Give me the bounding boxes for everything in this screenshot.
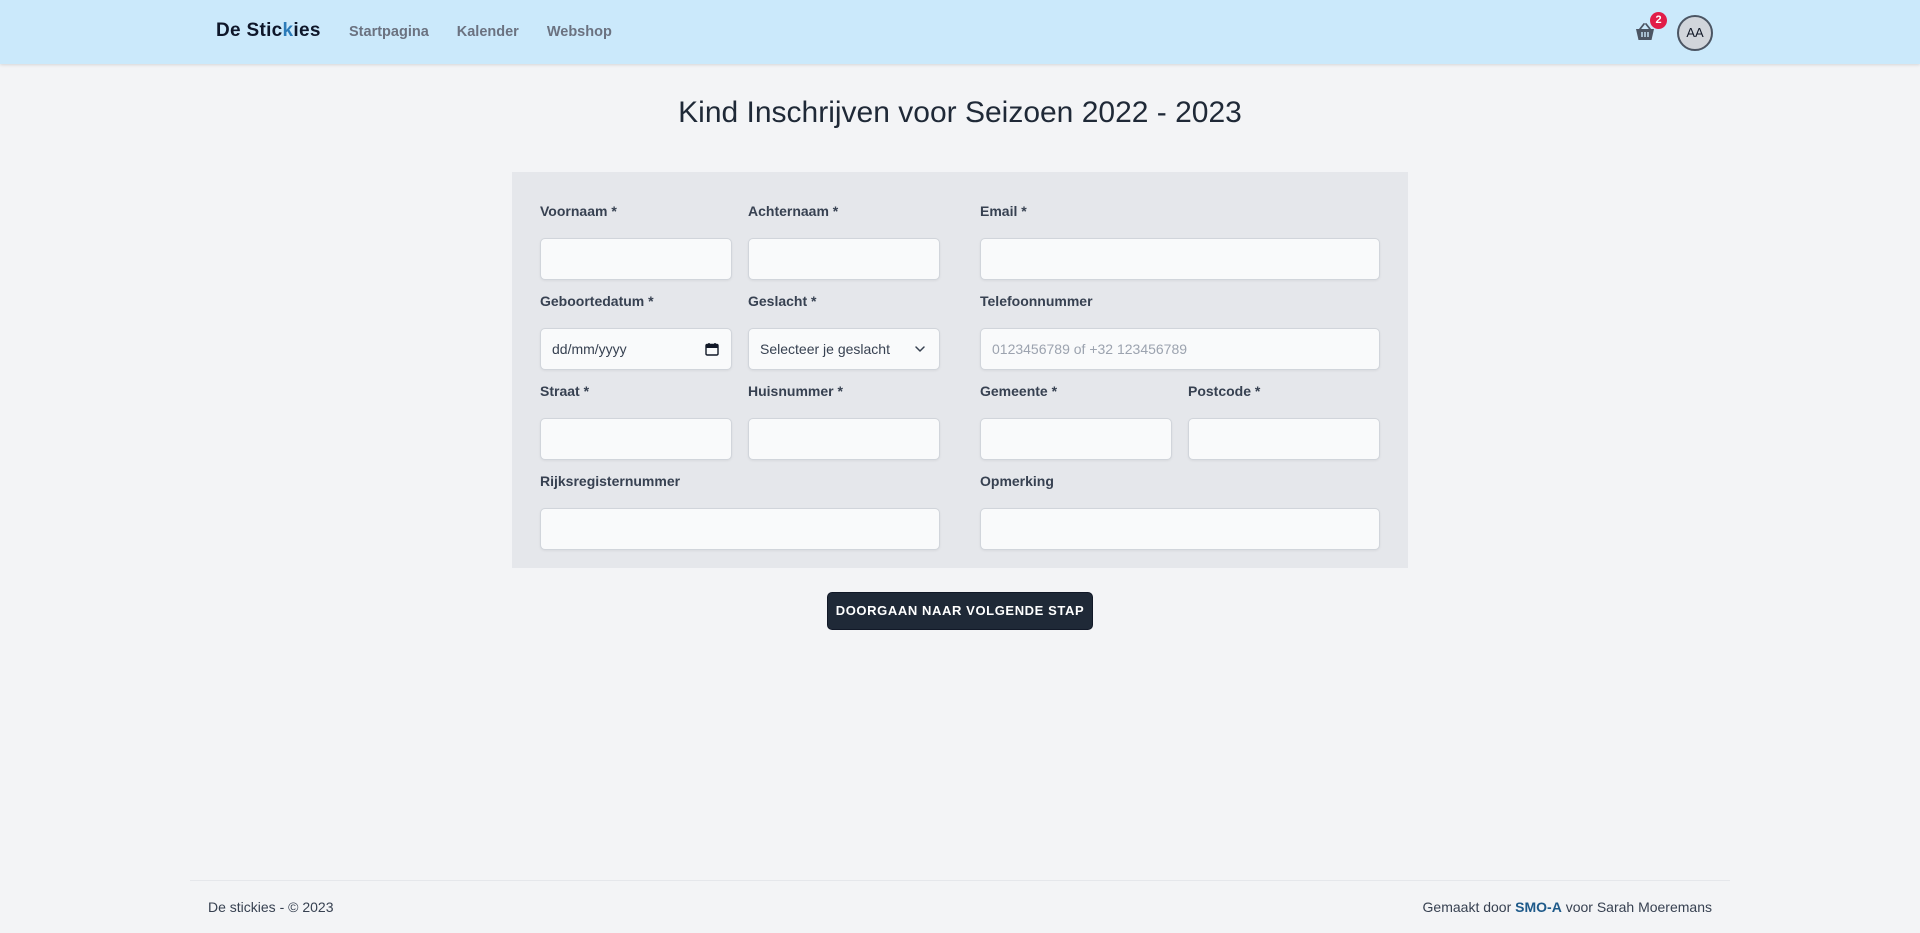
geslacht-select[interactable]: Selecteer je geslacht — [748, 328, 940, 370]
geboortedatum-value: dd/mm/yyyy — [552, 341, 627, 357]
rijksregisternummer-field-group: Rijksregisternummer — [540, 472, 940, 552]
nav-link-startpagina[interactable]: Startpagina — [349, 24, 429, 40]
rijksregisternummer-input[interactable] — [540, 508, 940, 550]
straat-label: Straat * — [540, 383, 590, 399]
postcode-label: Postcode * — [1188, 383, 1261, 399]
opmerking-field-group: Opmerking — [980, 472, 1380, 552]
calendar-icon[interactable] — [705, 342, 719, 356]
opmerking-input[interactable] — [980, 508, 1380, 550]
gemeente-input[interactable] — [980, 418, 1172, 460]
user-avatar[interactable]: AA — [1677, 15, 1713, 51]
footer-credits-prefix: Gemaakt door — [1422, 899, 1516, 915]
page-title: Kind Inschrijven voor Seizoen 2022 - 202… — [678, 96, 1242, 129]
rijksregisternummer-label: Rijksregisternummer — [540, 473, 681, 489]
voornaam-input[interactable] — [540, 238, 732, 280]
geslacht-selected-value: Selecteer je geslacht — [760, 341, 890, 357]
email-input[interactable] — [980, 238, 1380, 280]
telefoon-field-group: Telefoonnummer 0123456789 of +32 1234567… — [980, 292, 1380, 372]
huisnummer-label: Huisnummer * — [748, 383, 843, 399]
voornaam-field-group: Voornaam * — [540, 202, 732, 282]
logo-text-part2: ies — [293, 20, 321, 41]
voornaam-label: Voornaam * — [540, 203, 617, 219]
telefoon-input[interactable]: 0123456789 of +32 123456789 — [980, 328, 1380, 370]
footer-credits-suffix: voor Sarah Moeremans — [1561, 899, 1712, 915]
geslacht-label: Geslacht * — [748, 293, 817, 309]
geboortedatum-label: Geboortedatum * — [540, 293, 654, 309]
logo-text-accent: k — [282, 20, 294, 41]
next-step-button[interactable]: DOORGAAN NAAR VOLGENDE STAP — [827, 592, 1093, 630]
huisnummer-field-group: Huisnummer * — [748, 382, 940, 462]
site-logo[interactable]: De Stickies — [216, 20, 321, 42]
gemeente-field-group: Gemeente * — [980, 382, 1172, 462]
registration-form: Voornaam * Achternaam * Email * Geboorte… — [512, 172, 1408, 568]
top-navbar: De Stickies Startpagina Kalender Webshop… — [0, 0, 1920, 64]
achternaam-label: Achternaam * — [748, 203, 839, 219]
email-label: Email * — [980, 203, 1027, 219]
achternaam-input[interactable] — [748, 238, 940, 280]
telefoon-label: Telefoonnummer — [980, 293, 1093, 309]
postcode-field-group: Postcode * — [1188, 382, 1380, 462]
huisnummer-input[interactable] — [748, 418, 940, 460]
straat-field-group: Straat * — [540, 382, 732, 462]
nav-link-webshop[interactable]: Webshop — [547, 24, 612, 40]
achternaam-field-group: Achternaam * — [748, 202, 940, 282]
postcode-input[interactable] — [1188, 418, 1380, 460]
opmerking-label: Opmerking — [980, 473, 1054, 489]
footer-divider — [190, 880, 1730, 881]
email-field-group: Email * — [980, 202, 1380, 282]
geboortedatum-field-group: Geboortedatum * dd/mm/yyyy — [540, 292, 732, 372]
gemeente-label: Gemeente * — [980, 383, 1058, 399]
geslacht-field-group: Geslacht * Selecteer je geslacht — [748, 292, 940, 372]
cart-count-badge: 2 — [1650, 12, 1667, 29]
main-nav: Startpagina Kalender Webshop — [349, 24, 612, 40]
footer-credits: Gemaakt door SMO-A voor Sarah Moeremans — [1423, 899, 1712, 915]
straat-input[interactable] — [540, 418, 732, 460]
logo-text-part1: De Stic — [216, 20, 283, 41]
nav-link-kalender[interactable]: Kalender — [457, 24, 519, 40]
chevron-down-icon — [915, 346, 925, 352]
footer-copyright: De stickies - © 2023 — [208, 899, 334, 915]
footer-brand-link[interactable]: SMO-A — [1515, 899, 1562, 915]
geboortedatum-input[interactable]: dd/mm/yyyy — [540, 328, 732, 370]
